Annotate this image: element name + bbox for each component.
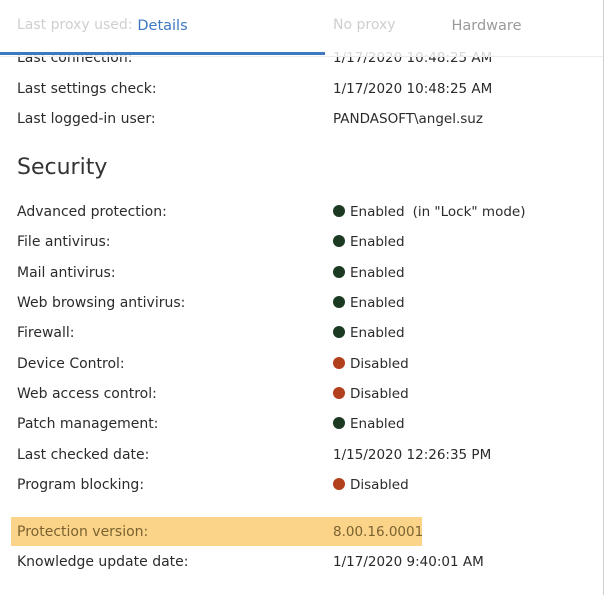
security-row-program-blocking: Program blocking: Disabled xyxy=(17,474,597,496)
info-row-last-settings-check: Last settings check: 1/17/2020 10:48:25 … xyxy=(17,78,597,100)
security-row-web-browsing-antivirus: Web browsing antivirus: Enabled xyxy=(17,292,597,314)
status-text: Disabled xyxy=(350,477,409,493)
security-label: Web access control: xyxy=(17,386,157,402)
details-tab-bar: Last proxy used: No proxy Details Hardwa… xyxy=(0,0,603,57)
disabled-status-dot-icon xyxy=(333,387,345,399)
security-status: Enabled xyxy=(333,322,405,344)
security-label: Web browsing antivirus: xyxy=(17,295,186,311)
security-status: Enabled (in "Lock" mode) xyxy=(333,201,525,223)
security-status: Disabled xyxy=(333,383,409,405)
info-label: Last logged-in user: xyxy=(17,111,156,127)
security-status: Enabled xyxy=(333,292,405,314)
enabled-status-dot-icon xyxy=(333,266,345,278)
info-value: PANDASOFT\angel.suz xyxy=(333,111,483,127)
details-content: Last connection: 1/17/2020 10:48:25 AM L… xyxy=(0,0,603,595)
status-extra-text: (in "Lock" mode) xyxy=(412,204,526,220)
security-row-file-antivirus: File antivirus: Enabled xyxy=(17,231,597,253)
status-text: Enabled xyxy=(350,416,405,432)
security-row-knowledge-update-date: Knowledge update date: 1/17/2020 9:40:01… xyxy=(17,551,597,573)
security-status: Disabled xyxy=(333,353,409,375)
enabled-status-dot-icon xyxy=(333,205,345,217)
enabled-status-dot-icon xyxy=(333,326,345,338)
computer-details-panel: Last connection: 1/17/2020 10:48:25 AM L… xyxy=(0,0,604,595)
security-row-web-access-control: Web access control: Disabled xyxy=(17,383,597,405)
security-row-device-control: Device Control: Disabled xyxy=(17,353,597,375)
security-label: Mail antivirus: xyxy=(17,265,116,281)
security-label: Firewall: xyxy=(17,325,75,341)
tab-details[interactable]: Details xyxy=(0,0,325,55)
status-text: Disabled xyxy=(350,356,409,372)
security-value: 1/15/2020 12:26:35 PM xyxy=(333,447,492,463)
enabled-status-dot-icon xyxy=(333,235,345,247)
status-text: Enabled xyxy=(350,204,405,220)
security-label: Protection version: xyxy=(17,524,149,540)
security-value: 8.00.16.0001 xyxy=(333,524,424,540)
info-label: Last settings check: xyxy=(17,81,157,97)
enabled-status-dot-icon xyxy=(333,417,345,429)
status-text: Enabled xyxy=(350,295,405,311)
security-row-firewall: Firewall: Enabled xyxy=(17,322,597,344)
security-row-mail-antivirus: Mail antivirus: Enabled xyxy=(17,262,597,284)
status-text: Enabled xyxy=(350,325,405,341)
security-label: Patch management: xyxy=(17,416,159,432)
security-section-title: Security xyxy=(17,155,108,180)
tab-hardware[interactable]: Hardware xyxy=(325,0,603,52)
security-status: Enabled xyxy=(333,262,405,284)
security-status: Enabled xyxy=(333,231,405,253)
security-label: Advanced protection: xyxy=(17,204,167,220)
info-value: 1/17/2020 10:48:25 AM xyxy=(333,81,493,97)
security-row-patch-management: Patch management: Enabled xyxy=(17,413,597,435)
status-text: Disabled xyxy=(350,386,409,402)
security-row-protection-version: Protection version: 8.00.16.0001 xyxy=(17,521,597,543)
security-label: Device Control: xyxy=(17,356,125,372)
enabled-status-dot-icon xyxy=(333,296,345,308)
security-label: Last checked date: xyxy=(17,447,150,463)
security-row-advanced-protection: Advanced protection: Enabled (in "Lock" m… xyxy=(17,201,597,223)
disabled-status-dot-icon xyxy=(333,357,345,369)
security-status: Disabled xyxy=(333,474,409,496)
security-value: 1/17/2020 9:40:01 AM xyxy=(333,554,484,570)
security-label: Program blocking: xyxy=(17,477,145,493)
status-text: Enabled xyxy=(350,265,405,281)
info-row-last-logged-in-user: Last logged-in user: PANDASOFT\angel.suz xyxy=(17,108,597,130)
security-row-last-checked-date: Last checked date: 1/15/2020 12:26:35 PM xyxy=(17,444,597,466)
security-status: Enabled xyxy=(333,413,405,435)
security-label: File antivirus: xyxy=(17,234,111,250)
security-label: Knowledge update date: xyxy=(17,554,189,570)
status-text: Enabled xyxy=(350,234,405,250)
disabled-status-dot-icon xyxy=(333,478,345,490)
